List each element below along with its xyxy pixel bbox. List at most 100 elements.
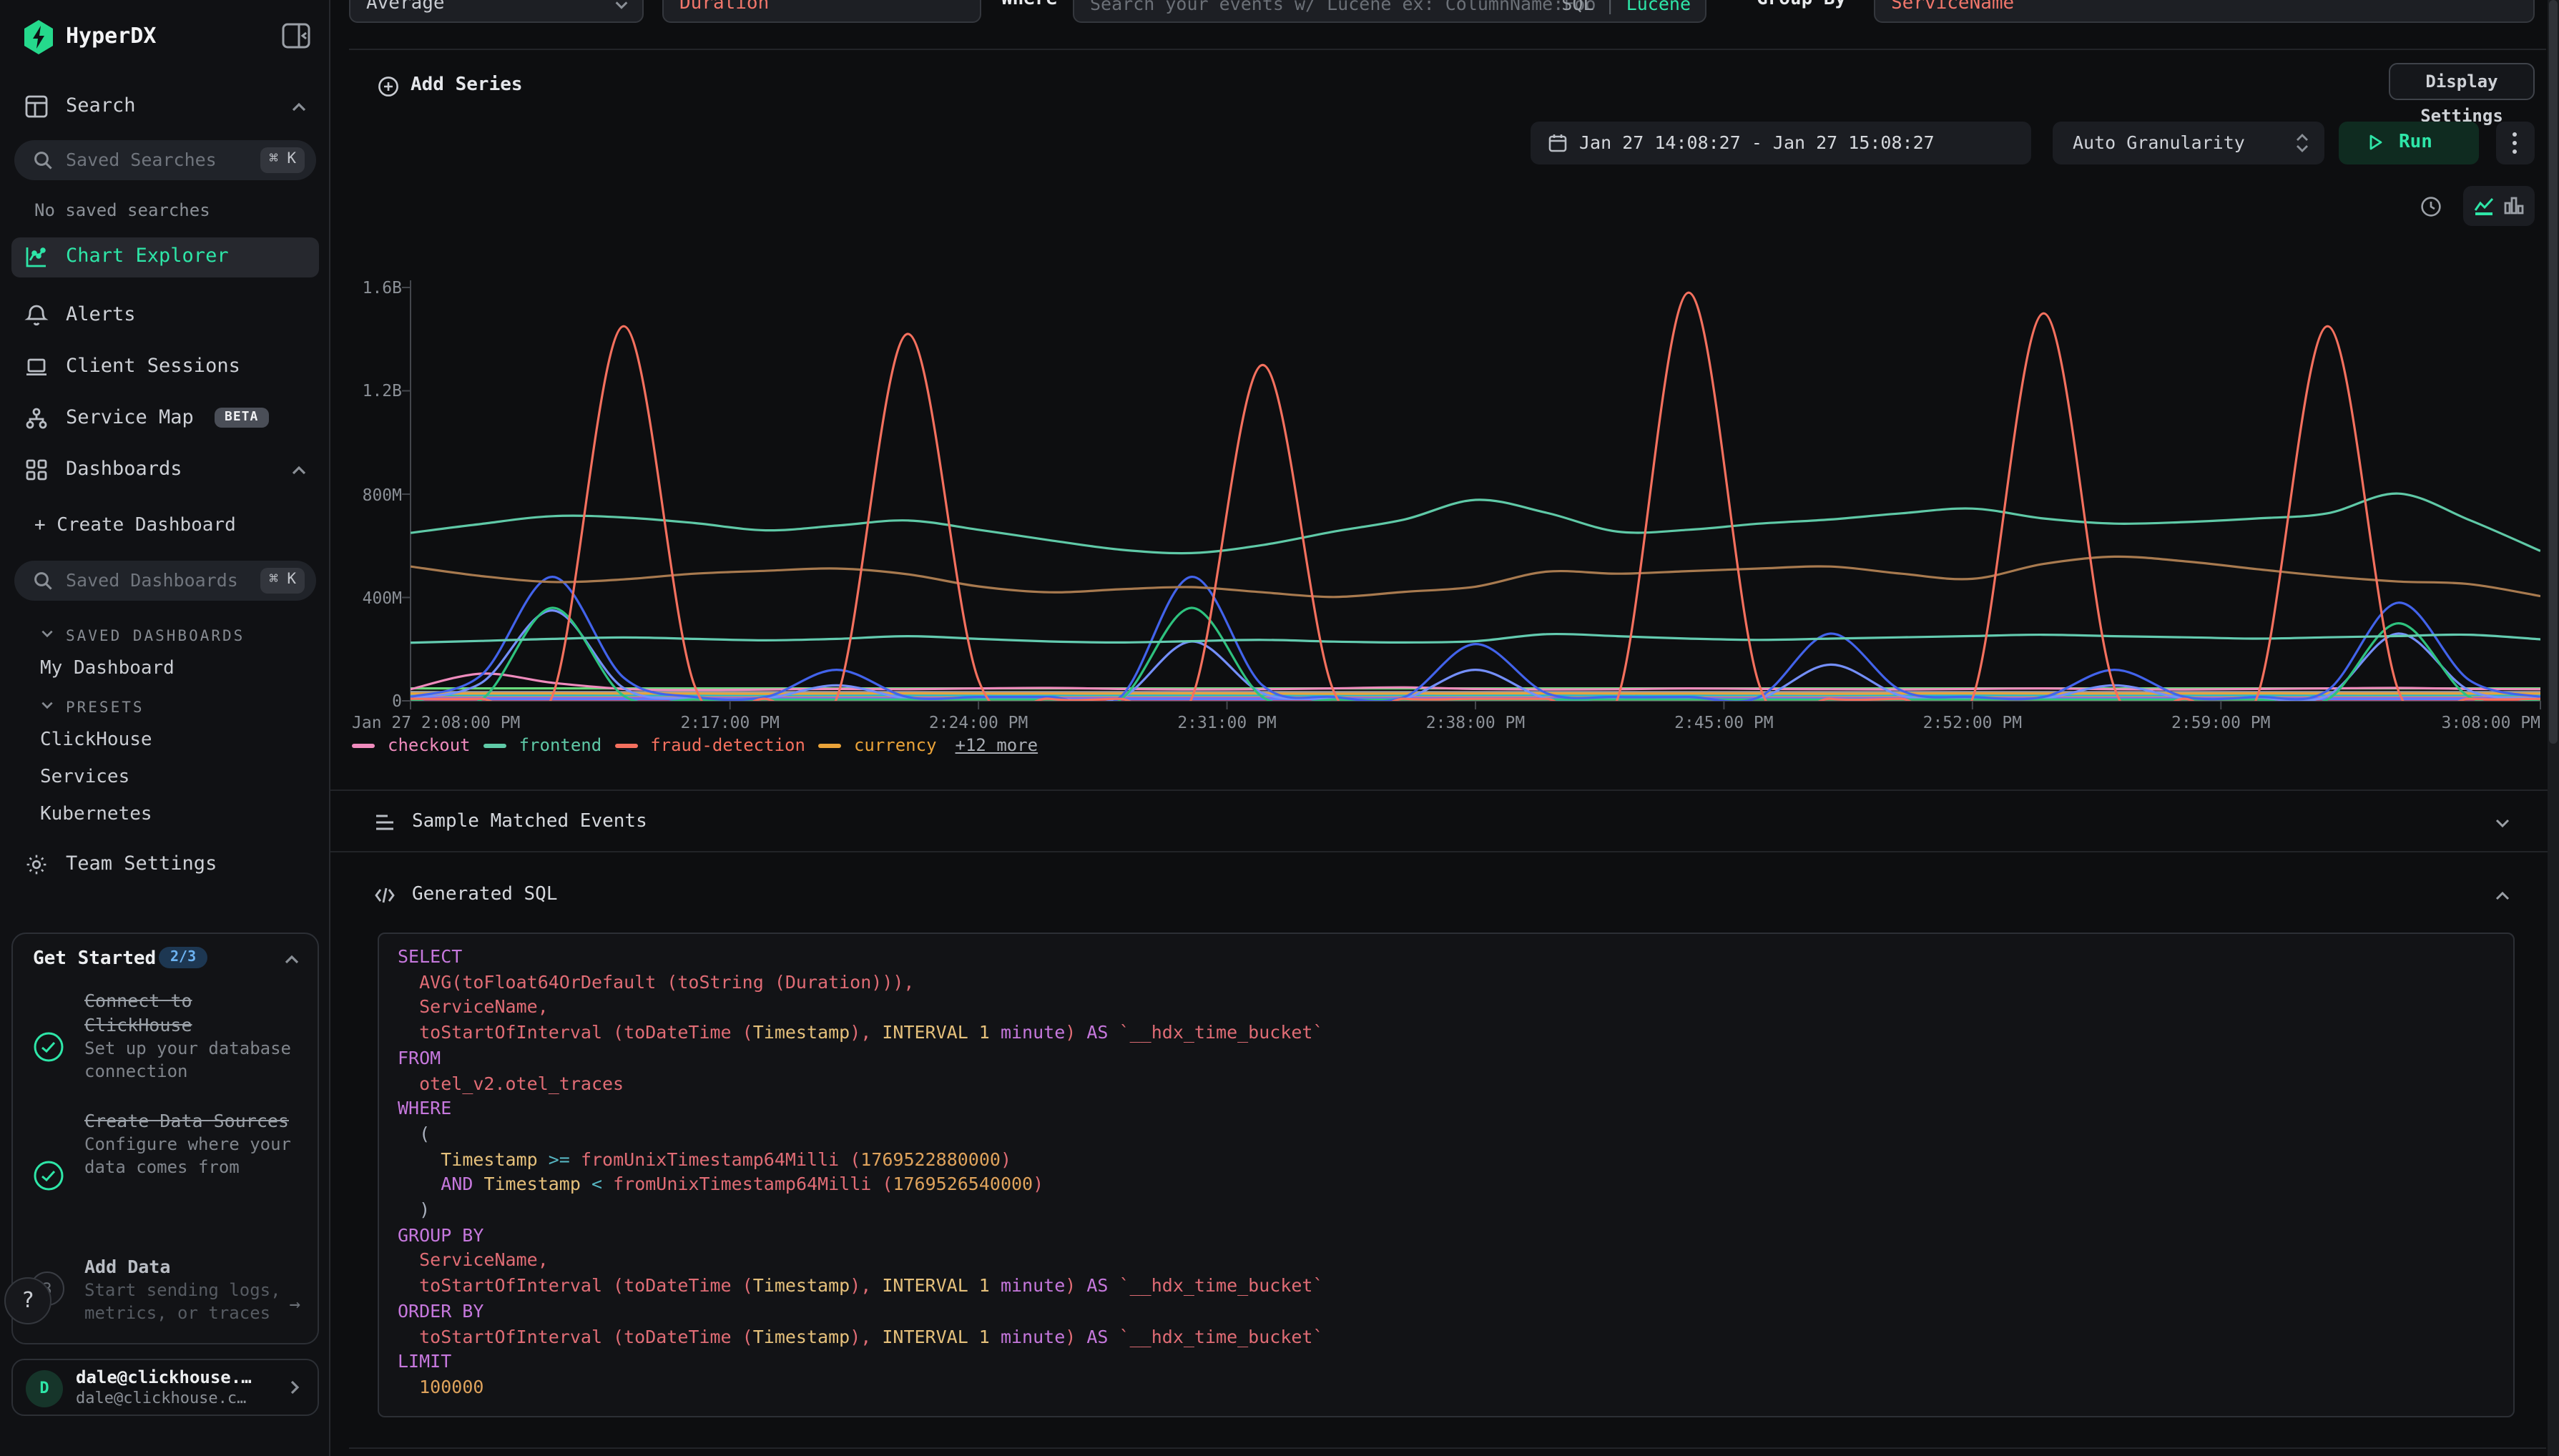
app-title: HyperDX — [66, 23, 156, 49]
get-started-item[interactable]: Connect to ClickHouse Set up your databa… — [84, 988, 308, 1083]
grid-icon — [24, 458, 49, 482]
get-started-item[interactable]: Add Data Start sending logs, metrics, or… — [84, 1254, 285, 1324]
bell-icon — [24, 303, 49, 328]
sql-line: AVG(toFloat64OrDefault (toString (Durati… — [398, 969, 2495, 994]
series-line — [411, 556, 2540, 596]
sidebar-item-label: Chart Explorer — [66, 245, 229, 267]
sql-line: ( — [398, 1121, 2495, 1146]
sql-line: toStartOfInterval (toDateTime (Timestamp… — [398, 1273, 2495, 1298]
arrow-right-icon: → — [289, 1294, 300, 1316]
legend-label[interactable]: fraud-detection — [650, 735, 805, 755]
beta-badge: BETA — [215, 408, 268, 428]
list-icon — [373, 811, 396, 834]
legend-dash — [483, 743, 506, 747]
sidebar-item-my-dashboard[interactable]: My Dashboard — [40, 658, 175, 679]
series-line — [411, 608, 2540, 701]
table-icon — [24, 94, 49, 119]
sidebar-item-client-sessions[interactable]: Client Sessions — [0, 349, 330, 386]
sidebar-item-label: Team Settings — [66, 852, 217, 875]
task-desc: Configure where your data comes from — [84, 1133, 308, 1179]
series-line — [411, 493, 2540, 553]
logo-row: HyperDX — [0, 17, 330, 60]
legend-label[interactable]: frontend — [519, 735, 602, 755]
search-icon — [33, 150, 53, 170]
user-profile[interactable]: D dale@clickhouse.… dale@clickhouse.c… — [11, 1359, 319, 1416]
scrollbar[interactable] — [2548, 0, 2559, 1456]
chevron-up-icon[interactable] — [2493, 887, 2512, 905]
user-email: dale@clickhouse.c… — [76, 1389, 276, 1407]
sidebar-item-kubernetes[interactable]: Kubernetes — [40, 804, 152, 825]
check-circle-icon — [33, 1160, 64, 1191]
task-title: Connect to ClickHouse — [84, 988, 308, 1037]
chevron-up-icon[interactable] — [283, 951, 300, 968]
divider — [349, 1447, 2546, 1449]
sidebar-item-chart-explorer[interactable]: Chart Explorer — [11, 237, 319, 277]
saved-searches-input[interactable]: Saved Searches ⌘ K — [14, 140, 316, 180]
sql-line: otel_v2.otel_traces — [398, 1071, 2495, 1096]
hyperdx-logo-icon — [23, 20, 54, 54]
sample-matched-events-section[interactable]: Sample Matched Events — [330, 790, 2549, 852]
legend-dash — [614, 743, 637, 747]
create-dashboard-link[interactable]: + Create Dashboard — [34, 515, 236, 536]
saved-dashboards-header[interactable]: SAVED DASHBOARDS — [40, 626, 245, 645]
sql-line: SELECT — [398, 944, 2495, 969]
hyperdx-app: HyperDX Search Saved Searches ⌘ K No sav… — [0, 0, 2559, 1456]
sidebar-item-team-settings[interactable]: Team Settings — [0, 847, 330, 884]
saved-dashboards-input[interactable]: Saved Dashboards ⌘ K — [14, 561, 316, 601]
sidebar-item-dashboards[interactable]: Dashboards — [0, 452, 330, 489]
chart-legend: checkout frontend fraud-detection currency +… — [352, 735, 1038, 755]
legend-dash — [818, 743, 841, 747]
task-title: Add Data — [84, 1254, 285, 1279]
help-button[interactable]: ? — [4, 1277, 51, 1324]
sidebar-item-search[interactable]: Search — [0, 89, 330, 126]
chevron-up-icon[interactable] — [290, 99, 308, 116]
avatar: D — [26, 1370, 63, 1407]
get-started-title: Get Started — [33, 948, 156, 970]
shortcut-badge: ⌘ K — [260, 147, 305, 173]
scrollbar-thumb[interactable] — [2549, 0, 2558, 744]
sql-line: WHERE — [398, 1096, 2495, 1121]
search-icon — [33, 571, 53, 591]
sidebar: HyperDX Search Saved Searches ⌘ K No sav… — [0, 0, 330, 1456]
chevron-down-icon[interactable] — [2493, 814, 2512, 832]
sql-line: FROM — [398, 1046, 2495, 1071]
sidebar-item-service-map[interactable]: Service Map BETA — [0, 400, 330, 438]
hierarchy-icon — [24, 406, 49, 431]
sidebar-item-services[interactable]: Services — [40, 767, 129, 788]
sql-line: AND Timestamp < fromUnixTimestamp64Milli… — [398, 1172, 2495, 1197]
saved-searches-placeholder: Saved Searches — [66, 149, 217, 170]
chart-explorer-icon — [24, 245, 49, 269]
sidebar-item-alerts[interactable]: Alerts — [0, 297, 330, 335]
sql-line: 100000 — [398, 1374, 2495, 1400]
presets-header[interactable]: PRESETS — [40, 698, 144, 717]
get-started-item[interactable]: Create Data Sources Configure where your… — [84, 1108, 308, 1179]
legend-more-link[interactable]: +12 more — [956, 735, 1038, 755]
generated-sql-section[interactable]: Generated SQL — [330, 864, 2549, 927]
task-title: Create Data Sources — [84, 1108, 308, 1133]
sidebar-item-label: Service Map — [66, 406, 194, 429]
code-icon — [373, 884, 396, 907]
sql-line: Timestamp >= fromUnixTimestamp64Milli (1… — [398, 1146, 2495, 1171]
generated-sql-code[interactable]: SELECT AVG(toFloat64OrDefault (toString … — [378, 933, 2515, 1417]
task-desc: Set up your database connection — [84, 1037, 308, 1083]
time-series-chart[interactable]: 1.6B1.2B800M400M0 Jan 27 2:08:00 PM2:17:… — [330, 0, 2549, 787]
laptop-icon — [24, 355, 49, 379]
sidebar-collapse-icon[interactable] — [280, 20, 312, 51]
plot-area[interactable] — [411, 287, 2540, 701]
shortcut-badge: ⌘ K — [260, 568, 305, 594]
user-name: dale@clickhouse.… — [76, 1367, 276, 1387]
chevron-down-icon — [40, 698, 54, 712]
get-started-card: Get Started 2/3 Connect to ClickHouse Se… — [11, 933, 319, 1344]
sidebar-item-label: Search — [66, 94, 136, 117]
chevron-down-icon — [40, 626, 54, 641]
sql-line: LIMIT — [398, 1349, 2495, 1374]
chevron-up-icon[interactable] — [290, 462, 308, 479]
sql-line: ORDER BY — [398, 1299, 2495, 1324]
legend-label[interactable]: currency — [854, 735, 937, 755]
saved-dashboards-placeholder: Saved Dashboards — [66, 569, 238, 591]
check-circle-icon — [33, 1031, 64, 1063]
legend-label[interactable]: checkout — [388, 735, 471, 755]
sidebar-item-clickhouse[interactable]: ClickHouse — [40, 729, 152, 751]
chevron-right-icon — [286, 1379, 303, 1396]
no-saved-searches-text: No saved searches — [34, 200, 210, 220]
